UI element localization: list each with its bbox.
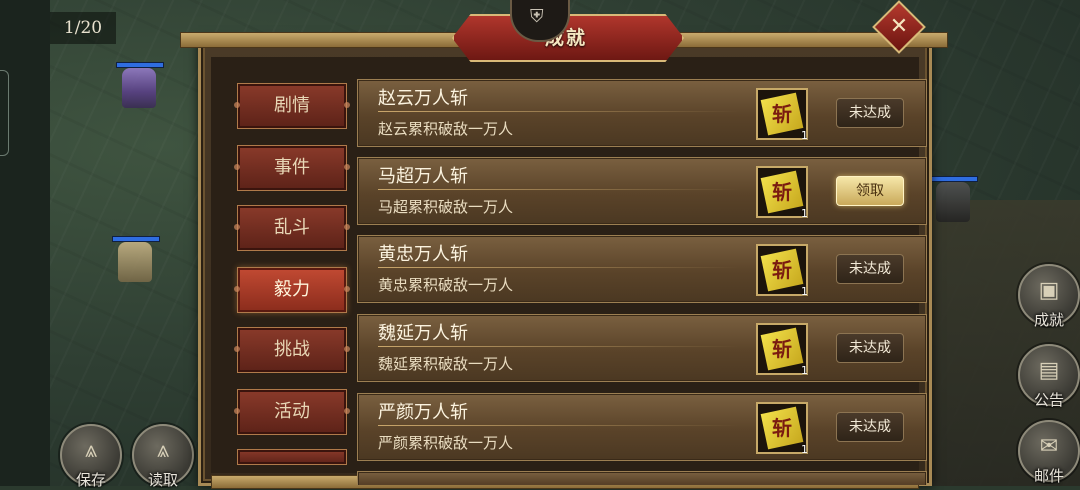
dialog-frame: 剧情 事件 乱斗 毅力 挑战 活动 赵云万人斩 赵云累积破敌一万人 斩 1 未达…: [198, 40, 932, 489]
tab-brawl[interactable]: 乱斗: [234, 205, 350, 251]
reward-glyph: 斩: [772, 416, 792, 440]
tab-story[interactable]: 剧情: [234, 83, 350, 129]
category-tabs: 剧情 事件 乱斗 毅力 挑战 活动: [234, 79, 350, 465]
dialog-title-bar: 成就 ⛨ ✕: [180, 0, 948, 62]
achievement-name: 黄忠万人斩: [378, 244, 468, 265]
crest-icon: ⛨: [530, 6, 544, 27]
reward-quantity: 1: [801, 443, 808, 456]
tab-label: 乱斗: [274, 217, 310, 238]
achievement-description: 魏延累积破敌一万人: [378, 355, 514, 373]
reward-item[interactable]: 斩 1: [756, 166, 808, 220]
tab-label: 剧情: [274, 95, 310, 116]
tab-ornament: [234, 346, 240, 352]
achievement-row: 严颜万人斩 严颜累积破敌一万人 斩 1 未达成: [357, 393, 927, 461]
tab-label: 活动: [274, 401, 310, 422]
tab-ornament: [344, 224, 350, 230]
status-button[interactable]: 未达成: [836, 254, 904, 284]
side-handle[interactable]: [0, 70, 9, 156]
row-divider: [378, 267, 738, 268]
achievement-name: 魏延万人斩: [378, 323, 468, 344]
scroll-icon: ▤: [1038, 358, 1060, 383]
achievement-row: 黄忠万人斩 黄忠累积破敌一万人 斩 1 未达成: [357, 235, 927, 303]
tab-challenge[interactable]: 挑战: [234, 327, 350, 373]
tab-ornament: [234, 224, 240, 230]
left-edge-panel: [0, 0, 50, 486]
tab-activity[interactable]: 活动: [234, 389, 350, 435]
tab-ornament: [234, 408, 240, 414]
tab-ornament: [234, 164, 240, 170]
achievement-name: 马超万人斩: [378, 166, 468, 187]
claim-button[interactable]: 领取: [836, 176, 904, 206]
reward-item[interactable]: 斩 1: [756, 323, 808, 377]
mail-label: 邮件: [1033, 467, 1064, 485]
mail-button[interactable]: ✉ 邮件: [1018, 420, 1080, 485]
reward-glyph: 斩: [772, 180, 792, 204]
tab-ornament: [344, 102, 350, 108]
notice-label: 公告: [1033, 391, 1064, 409]
tab-ornament: [344, 286, 350, 292]
achievement-list[interactable]: 赵云万人斩 赵云累积破敌一万人 斩 1 未达成 马超万人斩 马超累积破敌一万人 …: [353, 77, 927, 485]
mail-icon: ✉: [1039, 434, 1059, 459]
achievement-row: 魏延万人斩 魏延累积破敌一万人 斩 1 未达成: [357, 314, 927, 382]
status-button[interactable]: 未达成: [836, 412, 904, 442]
reward-glyph: 斩: [772, 258, 792, 282]
reward-quantity: 1: [801, 207, 808, 220]
unit-sprite: [118, 242, 152, 282]
tab-label: 事件: [274, 157, 310, 178]
achievement-description: 黄忠累积破敌一万人: [378, 276, 514, 294]
reward-quantity: 1: [801, 285, 808, 298]
reward-glyph: 斩: [772, 102, 792, 126]
row-divider: [378, 189, 738, 190]
achievements-label: 成就: [1033, 311, 1064, 329]
castle-icon: ▣: [1038, 278, 1060, 303]
achievement-description: 马超累积破敌一万人: [378, 198, 514, 216]
reward-item[interactable]: 斩 1: [756, 402, 808, 456]
achievement-description: 赵云累积破敌一万人: [378, 120, 514, 138]
tab-ornament: [234, 102, 240, 108]
achievement-row: 赵云万人斩 赵云累积破敌一万人 斩 1 未达成: [357, 79, 927, 147]
achievement-name: 赵云万人斩: [378, 88, 468, 109]
unit-sprite: [122, 68, 156, 108]
tab-label: 挑战: [274, 339, 310, 360]
notice-button[interactable]: ▤ 公告: [1018, 344, 1080, 409]
tab-partial[interactable]: [237, 449, 347, 465]
tab-ornament: [344, 408, 350, 414]
tab-ornament: [234, 286, 240, 292]
achievement-row: 马超万人斩 马超累积破敌一万人 斩 1 领取: [357, 157, 927, 225]
close-icon[interactable]: ✕: [880, 8, 918, 46]
turn-counter: 1/20: [50, 12, 116, 44]
tab-ornament: [344, 164, 350, 170]
achievement-row-partial: [357, 471, 927, 485]
status-button[interactable]: 未达成: [836, 333, 904, 363]
reward-item[interactable]: 斩 1: [756, 88, 808, 142]
reward-item[interactable]: 斩 1: [756, 244, 808, 298]
row-divider: [378, 346, 738, 347]
achievement-dialog: 剧情 事件 乱斗 毅力 挑战 活动 赵云万人斩 赵云累积破敌一万人 斩 1 未达…: [180, 0, 948, 489]
status-button[interactable]: 未达成: [836, 98, 904, 128]
ally-unit[interactable]: [116, 62, 164, 108]
save-button[interactable]: ⩓ 保存: [60, 424, 122, 489]
save-label: 保存: [75, 471, 106, 489]
achievement-name: 严颜万人斩: [378, 402, 468, 423]
save-icon: ⩓: [84, 438, 98, 463]
achievements-button[interactable]: ▣ 成就: [1018, 264, 1080, 329]
tab-label: 毅力: [274, 279, 310, 300]
row-divider: [378, 111, 738, 112]
reward-glyph: 斩: [772, 337, 792, 361]
tab-ornament: [344, 346, 350, 352]
tab-perseverance[interactable]: 毅力: [234, 267, 350, 313]
row-divider: [378, 425, 738, 426]
achievement-description: 严颜累积破敌一万人: [378, 434, 514, 452]
tab-events[interactable]: 事件: [234, 145, 350, 191]
reward-quantity: 1: [801, 364, 808, 377]
ally-unit[interactable]: [112, 236, 160, 282]
reward-quantity: 1: [801, 129, 808, 142]
